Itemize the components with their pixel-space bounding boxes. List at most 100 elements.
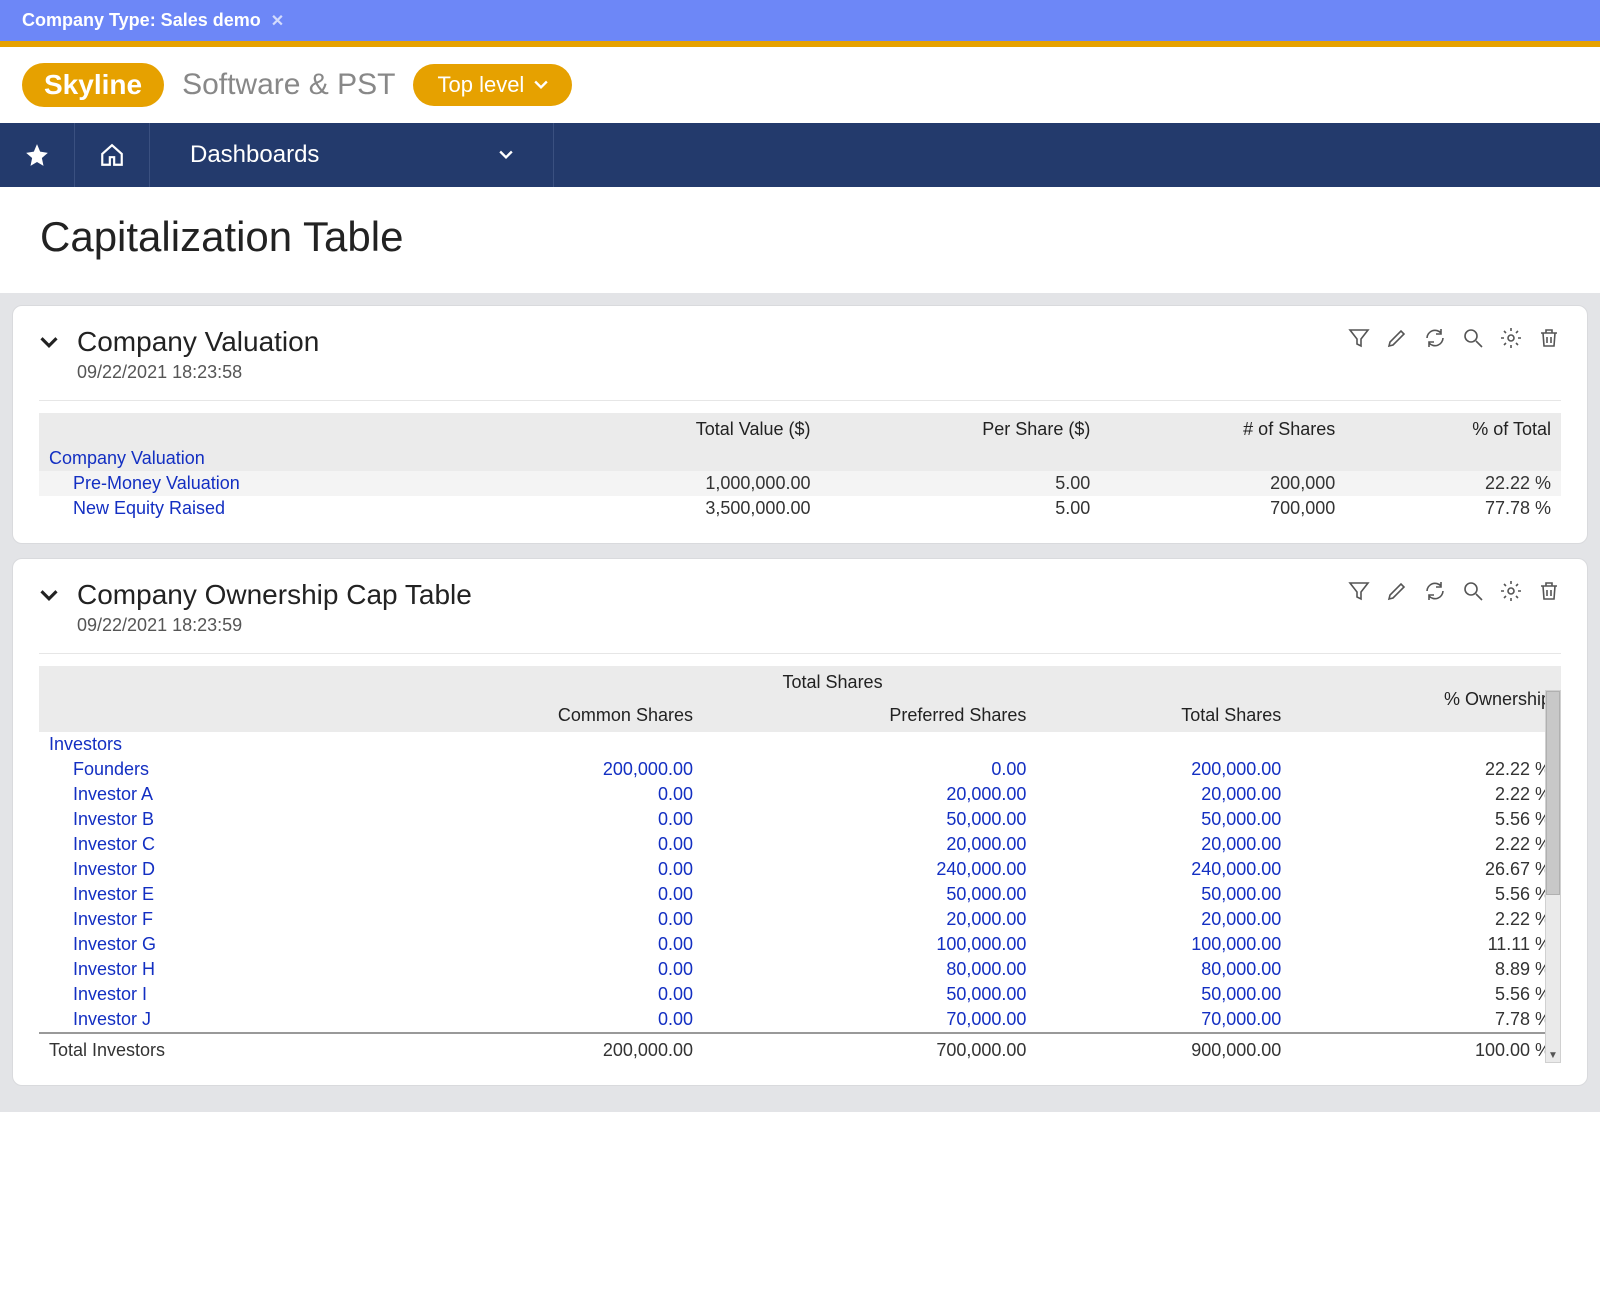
level-dropdown[interactable]: Top level — [413, 64, 572, 106]
collapse-toggle[interactable] — [39, 332, 59, 357]
cell-ownership: 11.11 % — [1291, 932, 1561, 957]
cell-pct: 22.22 % — [1345, 471, 1561, 496]
table-row: Founders200,000.000.00200,000.0022.22 % — [39, 757, 1561, 782]
scroll-thumb[interactable] — [1546, 691, 1560, 895]
cell-preferred[interactable]: 20,000.00 — [703, 832, 1036, 857]
row-label[interactable]: Investor H — [49, 959, 364, 980]
cell-total[interactable]: 200,000.00 — [1036, 757, 1291, 782]
row-label[interactable]: New Equity Raised — [49, 498, 516, 519]
cell-total[interactable]: 70,000.00 — [1036, 1007, 1291, 1033]
col-header: Total Shares — [1036, 699, 1291, 732]
home-icon — [99, 142, 125, 168]
scrollbar[interactable]: ▲ ▼ — [1545, 690, 1561, 1063]
total-row: Total Investors200,000.00700,000.00900,0… — [39, 1033, 1561, 1063]
cell-total[interactable]: 100,000.00 — [1036, 932, 1291, 957]
cell-total[interactable]: 80,000.00 — [1036, 957, 1291, 982]
cell-preferred[interactable]: 70,000.00 — [703, 1007, 1036, 1033]
cell-preferred[interactable]: 100,000.00 — [703, 932, 1036, 957]
cell-total[interactable]: 20,000.00 — [1036, 907, 1291, 932]
logo[interactable]: Skyline — [22, 63, 164, 107]
table-row: Investor D0.00240,000.00240,000.0026.67 … — [39, 857, 1561, 882]
row-label[interactable]: Investor E — [49, 884, 364, 905]
cell-total[interactable]: 20,000.00 — [1036, 782, 1291, 807]
card-toolbar — [1347, 326, 1561, 355]
cell-common[interactable]: 0.00 — [374, 1007, 703, 1033]
cell-preferred[interactable]: 240,000.00 — [703, 857, 1036, 882]
cell-common[interactable]: 0.00 — [374, 807, 703, 832]
group-label[interactable]: Investors — [39, 732, 1561, 757]
cell-pct: 77.78 % — [1345, 496, 1561, 521]
cell-preferred[interactable]: 20,000.00 — [703, 782, 1036, 807]
topbar: Skyline Software & PST Top level — [0, 47, 1600, 123]
cell-ownership: 5.56 % — [1291, 882, 1561, 907]
cell-common[interactable]: 0.00 — [374, 932, 703, 957]
nav-dashboards[interactable]: Dashboards — [150, 123, 554, 187]
cell-common[interactable]: 0.00 — [374, 982, 703, 1007]
cell-pershare: 5.00 — [820, 496, 1100, 521]
filter-icon[interactable] — [1347, 326, 1371, 355]
row-label[interactable]: Investor A — [49, 784, 364, 805]
chevron-down-icon — [499, 148, 513, 162]
row-label[interactable]: Investor I — [49, 984, 364, 1005]
cell-common[interactable]: 0.00 — [374, 882, 703, 907]
row-label[interactable]: Investor D — [49, 859, 364, 880]
edit-icon[interactable] — [1385, 579, 1409, 608]
cell-common[interactable]: 0.00 — [374, 857, 703, 882]
cell-total[interactable]: 240,000.00 — [1036, 857, 1291, 882]
cell-common[interactable]: 0.00 — [374, 832, 703, 857]
trash-icon[interactable] — [1537, 326, 1561, 355]
table-row: Investor C0.0020,000.0020,000.002.22 % — [39, 832, 1561, 857]
refresh-icon[interactable] — [1423, 326, 1447, 355]
gear-icon[interactable] — [1499, 326, 1523, 355]
main-nav: Dashboards — [0, 123, 1600, 187]
col-header: Per Share ($) — [820, 413, 1100, 446]
card-toolbar — [1347, 579, 1561, 608]
row-label[interactable]: Founders — [49, 759, 364, 780]
cell-preferred[interactable]: 50,000.00 — [703, 807, 1036, 832]
row-label[interactable]: Investor J — [49, 1009, 364, 1030]
row-label[interactable]: Investor B — [49, 809, 364, 830]
col-header: Total Value ($) — [526, 413, 820, 446]
nav-favorites[interactable] — [0, 123, 75, 187]
table-row: Investor G0.00100,000.00100,000.0011.11 … — [39, 932, 1561, 957]
search-icon[interactable] — [1461, 579, 1485, 608]
company-name: Software & PST — [182, 68, 395, 102]
cell-preferred[interactable]: 50,000.00 — [703, 982, 1036, 1007]
row-label[interactable]: Investor C — [49, 834, 364, 855]
group-label[interactable]: Company Valuation — [39, 446, 1561, 471]
cell-preferred[interactable]: 20,000.00 — [703, 907, 1036, 932]
cell-ownership: 2.22 % — [1291, 907, 1561, 932]
cell-common[interactable]: 0.00 — [374, 957, 703, 982]
chevron-down-icon — [39, 332, 59, 352]
scroll-down-icon[interactable]: ▼ — [1546, 1048, 1560, 1062]
company-type-banner: Company Type: Sales demo ✕ — [0, 0, 1600, 41]
nav-home[interactable] — [75, 123, 150, 187]
cell-preferred[interactable]: 80,000.00 — [703, 957, 1036, 982]
cell-ownership: 2.22 % — [1291, 782, 1561, 807]
collapse-toggle[interactable] — [39, 585, 59, 610]
cell-common[interactable]: 200,000.00 — [374, 757, 703, 782]
content-area: Company Valuation 09/22/2021 18:23:58 To… — [0, 293, 1600, 1112]
cell-preferred[interactable]: 50,000.00 — [703, 882, 1036, 907]
gear-icon[interactable] — [1499, 579, 1523, 608]
col-header: # of Shares — [1100, 413, 1345, 446]
refresh-icon[interactable] — [1423, 579, 1447, 608]
cell-total[interactable]: 50,000.00 — [1036, 882, 1291, 907]
cell-total[interactable]: 50,000.00 — [1036, 807, 1291, 832]
cell-shares: 200,000 — [1100, 471, 1345, 496]
cell-total[interactable]: 20,000.00 — [1036, 832, 1291, 857]
row-label[interactable]: Pre-Money Valuation — [49, 473, 516, 494]
trash-icon[interactable] — [1537, 579, 1561, 608]
filter-icon[interactable] — [1347, 579, 1371, 608]
cell-total[interactable]: 50,000.00 — [1036, 982, 1291, 1007]
cell-common[interactable]: 0.00 — [374, 782, 703, 807]
row-label[interactable]: Investor G — [49, 934, 364, 955]
cell-ownership: 5.56 % — [1291, 807, 1561, 832]
cell-common[interactable]: 0.00 — [374, 907, 703, 932]
close-icon[interactable]: ✕ — [271, 11, 284, 31]
col-header: Preferred Shares — [703, 699, 1036, 732]
row-label[interactable]: Investor F — [49, 909, 364, 930]
cell-preferred[interactable]: 0.00 — [703, 757, 1036, 782]
search-icon[interactable] — [1461, 326, 1485, 355]
edit-icon[interactable] — [1385, 326, 1409, 355]
